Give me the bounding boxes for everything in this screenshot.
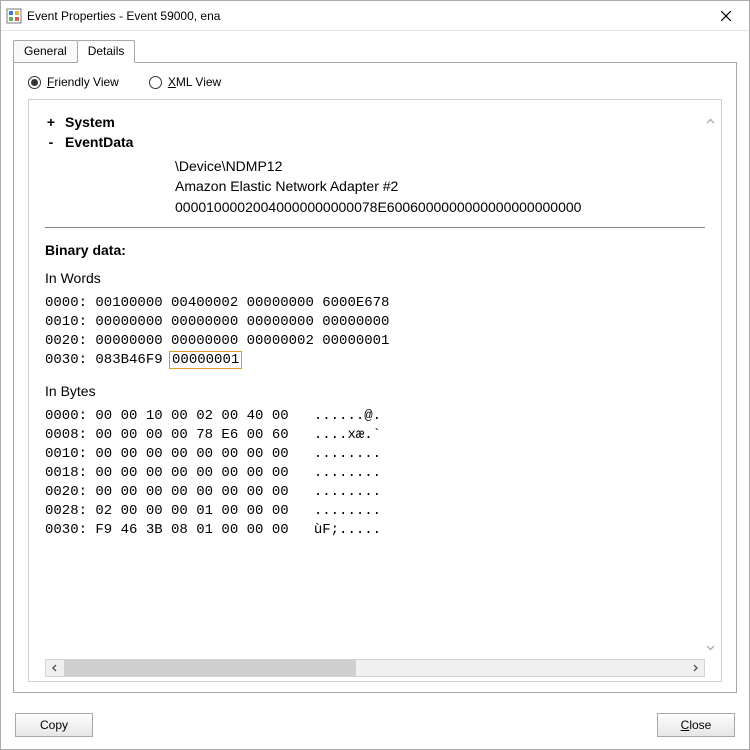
vertical-scrollbar[interactable] <box>702 114 719 655</box>
highlighted-word: 00000001 <box>169 351 242 369</box>
eventdata-value: Amazon Elastic Network Adapter #2 <box>175 176 705 196</box>
details-panel: Friendly View XML View + System - EventD… <box>13 62 737 693</box>
tab-details[interactable]: Details <box>77 40 136 63</box>
eventdata-label: EventData <box>65 134 133 150</box>
divider <box>45 227 705 228</box>
radio-icon <box>149 76 162 89</box>
friendly-view-label: Friendly View <box>47 75 119 89</box>
copy-button[interactable]: Copy <box>15 713 93 737</box>
tab-general[interactable]: General <box>13 40 78 63</box>
tabstrip: General Details <box>13 39 737 62</box>
close-window-button[interactable] <box>703 1 749 31</box>
horizontal-scrollbar[interactable] <box>45 659 705 677</box>
eventdata-node[interactable]: - EventData <box>45 134 705 150</box>
in-words-label: In Words <box>45 270 705 286</box>
scroll-track[interactable] <box>64 660 686 676</box>
binary-data-title: Binary data: <box>45 242 705 258</box>
expand-icon: + <box>45 114 57 130</box>
close-button[interactable]: Close <box>657 713 735 737</box>
details-content: + System - EventData \Device\NDMP12 Amaz… <box>28 99 722 682</box>
bytes-dump: 0000: 00 00 10 00 02 00 40 00 ......@. 0… <box>45 407 705 539</box>
client-area: General Details Friendly View XML View +… <box>1 31 749 703</box>
xml-view-radio[interactable]: XML View <box>149 75 221 89</box>
xml-view-label: XML View <box>168 75 221 89</box>
event-properties-window: Event Properties - Event 59000, ena Gene… <box>0 0 750 750</box>
window-title: Event Properties - Event 59000, ena <box>27 9 703 23</box>
radio-icon <box>28 76 41 89</box>
scroll-right-icon[interactable] <box>686 660 704 676</box>
friendly-view-radio[interactable]: Friendly View <box>28 75 119 89</box>
in-bytes-label: In Bytes <box>45 383 705 399</box>
collapse-icon: - <box>45 134 57 150</box>
scroll-down-icon[interactable] <box>703 640 718 655</box>
system-node[interactable]: + System <box>45 114 705 130</box>
words-dump: 0000: 00100000 00400002 00000000 6000E67… <box>45 294 705 370</box>
app-icon <box>1 8 27 24</box>
scroll-up-icon[interactable] <box>703 114 718 129</box>
scroll-thumb[interactable] <box>64 660 356 676</box>
dialog-footer: Copy Close <box>1 703 749 749</box>
close-icon <box>721 11 731 21</box>
eventdata-values: \Device\NDMP12 Amazon Elastic Network Ad… <box>175 156 705 217</box>
eventdata-value: 00001000020040000000000078E6006000000000… <box>175 197 705 217</box>
view-radio-group: Friendly View XML View <box>28 75 722 89</box>
system-label: System <box>65 114 115 130</box>
scroll-left-icon[interactable] <box>46 660 64 676</box>
eventdata-value: \Device\NDMP12 <box>175 156 705 176</box>
titlebar: Event Properties - Event 59000, ena <box>1 1 749 31</box>
